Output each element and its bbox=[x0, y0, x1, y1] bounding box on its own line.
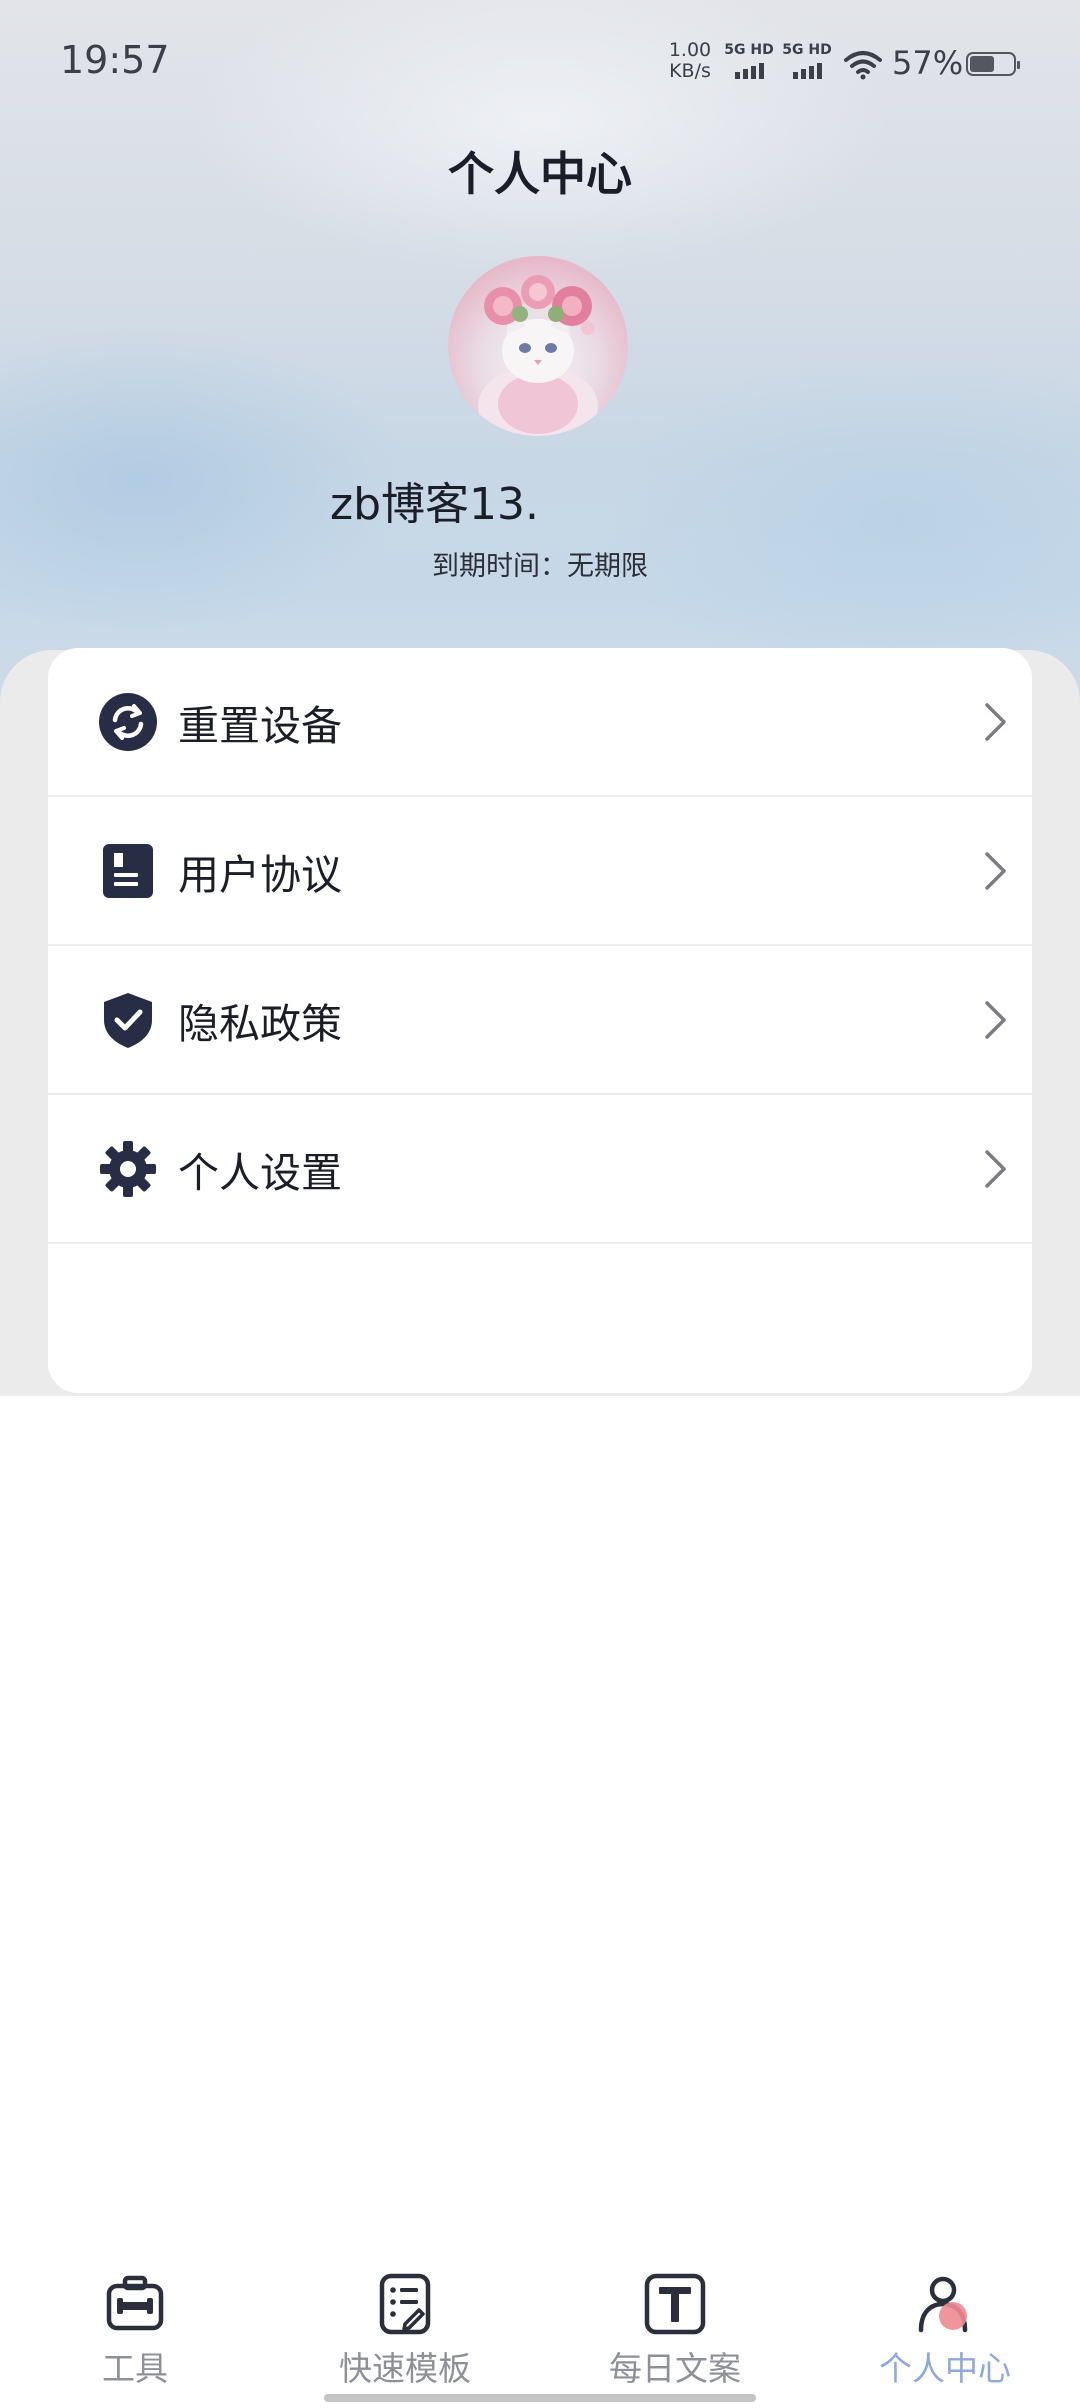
menu-item-label: 用户协议 bbox=[178, 850, 342, 899]
status-bar: 19:57 1.00 KB/s 5G HD 5G HD 57% bbox=[0, 0, 1080, 124]
document-icon bbox=[98, 841, 158, 901]
menu-item-personal-settings[interactable]: 个人设置 bbox=[48, 1095, 1032, 1244]
cat-avatar-image bbox=[478, 275, 598, 436]
avatar[interactable] bbox=[448, 256, 628, 436]
person-icon bbox=[918, 2276, 968, 2333]
signal-1-label: 5G HD bbox=[724, 42, 774, 58]
status-time: 19:57 bbox=[60, 38, 170, 82]
signal-1: 5G HD bbox=[722, 42, 776, 79]
signal-bars-icon bbox=[780, 61, 834, 79]
menu-item-label: 隐私政策 bbox=[178, 999, 342, 1048]
battery-icon bbox=[966, 52, 1020, 76]
toolbox-icon bbox=[106, 2275, 164, 2331]
expiry-text: 到期时间：无期限 bbox=[432, 551, 648, 582]
menu-card: 重置设备 用户协议 隐私政策 个人设置 bbox=[48, 648, 1032, 1393]
chevron-right-icon bbox=[985, 1149, 1006, 1188]
tab-label: 个人中心 bbox=[879, 2349, 1011, 2388]
menu-item-reset-device[interactable]: 重置设备 bbox=[48, 648, 1032, 797]
gear-icon bbox=[98, 1139, 158, 1199]
menu-item-label: 个人设置 bbox=[178, 1148, 342, 1197]
tab-daily-copy[interactable]: 每日文案 bbox=[575, 2272, 775, 2390]
refresh-icon bbox=[98, 692, 158, 752]
network-speed: 1.00 KB/s bbox=[666, 40, 714, 82]
signal-2: 5G HD bbox=[780, 42, 834, 79]
battery-percent: 57% bbox=[892, 44, 964, 82]
bottom-tab-bar: 工具 快速模板 每日文案 个人中心 bbox=[0, 2250, 1080, 2408]
tab-label: 工具 bbox=[102, 2349, 168, 2388]
chevron-right-icon bbox=[985, 1000, 1006, 1039]
tab-quick-templates[interactable]: 快速模板 bbox=[305, 2272, 505, 2390]
menu-item-user-agreement[interactable]: 用户协议 bbox=[48, 797, 1032, 946]
chevron-right-icon bbox=[985, 702, 1006, 741]
home-indicator[interactable] bbox=[324, 2394, 756, 2402]
wifi-icon bbox=[844, 51, 882, 80]
menu-item-label: 重置设备 bbox=[178, 701, 342, 750]
signal-bars-icon bbox=[722, 61, 776, 79]
tab-label: 快速模板 bbox=[339, 2349, 471, 2388]
shield-check-icon bbox=[98, 990, 158, 1050]
tab-tools[interactable]: 工具 bbox=[35, 2272, 235, 2390]
menu-item-privacy-policy[interactable]: 隐私政策 bbox=[48, 946, 1032, 1095]
username: zb博客13. bbox=[330, 479, 539, 530]
text-icon bbox=[644, 2273, 706, 2335]
template-icon bbox=[379, 2273, 431, 2335]
tab-label: 每日文案 bbox=[609, 2349, 741, 2388]
chevron-right-icon bbox=[985, 851, 1006, 890]
signal-2-label: 5G HD bbox=[782, 42, 832, 58]
page-title: 个人中心 bbox=[448, 147, 632, 201]
network-speed-unit: KB/s bbox=[669, 60, 711, 82]
network-speed-value: 1.00 bbox=[668, 39, 712, 61]
tab-personal-center[interactable]: 个人中心 bbox=[845, 2272, 1045, 2390]
